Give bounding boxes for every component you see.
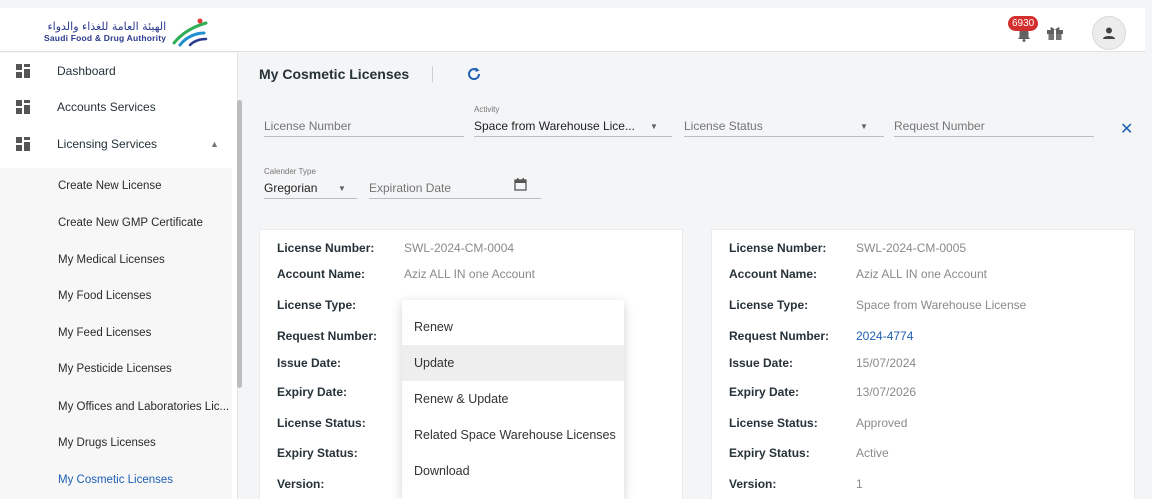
- activity-select[interactable]: Activity Space from Warehouse Lice... ▼: [474, 105, 672, 137]
- request-number-link[interactable]: 2024-4774: [856, 329, 913, 343]
- sidebar: Dashboard Accounts Services Licensing Se…: [0, 53, 238, 499]
- sidebar-item-create-gmp-certificate[interactable]: Create New GMP Certificate: [0, 205, 232, 241]
- sfda-logo[interactable]: الهيئة العامة للغذاء والدواء Saudi Food …: [44, 15, 224, 49]
- row-label: License Number:: [277, 241, 375, 255]
- row-label: Issue Date:: [277, 356, 342, 370]
- sidebar-item-label: Licensing Services: [57, 137, 158, 151]
- sidebar-item-pesticide-licenses[interactable]: My Pesticide Licenses: [0, 351, 232, 387]
- row-label: License Status:: [277, 416, 366, 430]
- license-card[interactable]: License Number: SWL-2024-CM-0005 Account…: [711, 229, 1135, 499]
- sidebar-item-cosmetic-licenses[interactable]: My Cosmetic Licenses: [0, 462, 232, 498]
- row-label: Account Name:: [277, 267, 366, 281]
- activity-value: Space from Warehouse Lice...: [474, 119, 635, 133]
- expiration-date-placeholder: Expiration Date: [369, 181, 452, 195]
- request-number-field[interactable]: Request Number: [894, 105, 1094, 137]
- row-value: Approved: [856, 416, 908, 430]
- row-label: Version:: [277, 477, 325, 491]
- row-value: 13/07/2026: [856, 385, 917, 399]
- row-label: Expiry Status:: [729, 446, 810, 460]
- row-value: Space from Warehouse License: [856, 298, 1027, 312]
- sidebar-item-label: My Offices and Laboratories Lic...: [58, 401, 230, 413]
- sidebar-item-label: My Drugs Licenses: [58, 437, 156, 449]
- sidebar-item-food-licenses[interactable]: My Food Licenses: [0, 278, 232, 314]
- row-label: Expiry Status:: [277, 446, 358, 460]
- menu-item-renew[interactable]: Renew: [402, 309, 624, 345]
- chevron-down-icon: ▼: [860, 122, 868, 131]
- row-label: Issue Date:: [729, 356, 794, 370]
- calendar-type-value: Gregorian: [264, 181, 318, 195]
- sidebar-item-label: My Cosmetic Licenses: [58, 474, 174, 486]
- row-label: License Number:: [729, 241, 827, 255]
- top-header: الهيئة العامة للغذاء والدواء Saudi Food …: [0, 8, 1145, 52]
- row-label: License Type:: [277, 298, 357, 312]
- sidebar-item-drugs-licenses[interactable]: My Drugs Licenses: [0, 425, 232, 461]
- menu-item-download[interactable]: Download: [402, 453, 624, 489]
- logo-arabic-text: الهيئة العامة للغذاء والدواء: [47, 20, 167, 33]
- row-value: 1: [856, 477, 863, 491]
- sidebar-item-offices-labs-licenses[interactable]: My Offices and Laboratories Lic...: [0, 389, 232, 425]
- logo-text: الهيئة العامة للغذاء والدواء Saudi Food …: [44, 20, 167, 44]
- chevron-down-icon: ▼: [650, 122, 658, 131]
- sfda-logo-icon: [172, 18, 208, 47]
- row-value: Aziz ALL IN one Account: [404, 267, 535, 281]
- request-number-placeholder: Request Number: [894, 119, 985, 133]
- dashboard-icon: [16, 137, 30, 151]
- calendar-type-select[interactable]: Calender Type Gregorian ▼: [264, 167, 357, 199]
- sidebar-item-label: Accounts Services: [57, 100, 156, 114]
- sidebar-item-dashboard[interactable]: Dashboard: [0, 53, 232, 89]
- row-label: Version:: [729, 477, 777, 491]
- license-status-placeholder: License Status: [684, 119, 763, 133]
- calendar-icon[interactable]: [514, 178, 527, 191]
- gift-icon[interactable]: [1046, 25, 1064, 41]
- expiration-date-field[interactable]: Expiration Date: [369, 167, 541, 199]
- row-label: Expiry Date:: [277, 385, 348, 399]
- menu-item-renew-update[interactable]: Renew & Update: [402, 381, 624, 417]
- sidebar-item-label: My Feed Licenses: [58, 327, 152, 339]
- row-label: Request Number:: [277, 329, 378, 343]
- menu-item-update[interactable]: Update: [402, 345, 624, 381]
- row-label: License Status:: [729, 416, 818, 430]
- calendar-type-label: Calender Type: [264, 167, 316, 176]
- row-value: Aziz ALL IN one Account: [856, 267, 987, 281]
- dashboard-icon: [16, 64, 30, 78]
- license-number-field[interactable]: License Number: [264, 105, 464, 137]
- refresh-icon[interactable]: [466, 66, 482, 82]
- sidebar-item-accounts-services[interactable]: Accounts Services: [0, 89, 232, 125]
- title-divider: [432, 66, 433, 82]
- sidebar-item-create-new-license[interactable]: Create New License: [0, 168, 232, 204]
- user-avatar-button[interactable]: [1092, 16, 1126, 50]
- sidebar-item-label: Dashboard: [57, 64, 116, 78]
- clear-filters-icon[interactable]: ✕: [1120, 119, 1133, 139]
- notifications-button[interactable]: 6930: [1008, 16, 1039, 44]
- chevron-up-icon: ▲: [210, 139, 219, 149]
- activity-label: Activity: [474, 105, 500, 114]
- logo-english-text: Saudi Food & Drug Authority: [44, 33, 167, 43]
- sidebar-item-label: My Food Licenses: [58, 290, 152, 302]
- user-icon: [1103, 27, 1115, 39]
- license-number-placeholder: License Number: [264, 119, 352, 133]
- sidebar-item-medical-licenses[interactable]: My Medical Licenses: [0, 242, 232, 278]
- row-value: 15/07/2024: [856, 356, 917, 370]
- row-value: SWL-2024-CM-0005: [856, 241, 967, 255]
- row-label: Account Name:: [729, 267, 818, 281]
- sidebar-item-label: Create New GMP Certificate: [58, 217, 203, 229]
- sidebar-item-label: Create New License: [58, 180, 162, 192]
- dashboard-icon: [16, 100, 30, 114]
- main-content: My Cosmetic Licenses License Number Acti…: [242, 53, 1152, 499]
- menu-item-related-warehouse-licenses[interactable]: Related Space Warehouse Licenses: [402, 417, 624, 453]
- row-label: License Type:: [729, 298, 809, 312]
- chevron-down-icon: ▼: [338, 184, 346, 193]
- sidebar-item-licensing-services[interactable]: Licensing Services ▲: [0, 126, 232, 162]
- sidebar-item-label: My Medical Licenses: [58, 254, 165, 266]
- notification-count-badge: 6930: [1008, 16, 1039, 31]
- row-label: Request Number:: [729, 329, 830, 343]
- license-actions-menu: Renew Update Renew & Update Related Spac…: [402, 300, 624, 499]
- license-status-select[interactable]: License Status ▼: [684, 105, 884, 137]
- row-value: SWL-2024-CM-0004: [404, 241, 515, 255]
- row-value: Active: [856, 446, 889, 460]
- row-label: Expiry Date:: [729, 385, 800, 399]
- sidebar-item-feed-licenses[interactable]: My Feed Licenses: [0, 315, 232, 351]
- sidebar-item-label: My Pesticide Licenses: [58, 363, 172, 375]
- page-title: My Cosmetic Licenses: [259, 66, 410, 82]
